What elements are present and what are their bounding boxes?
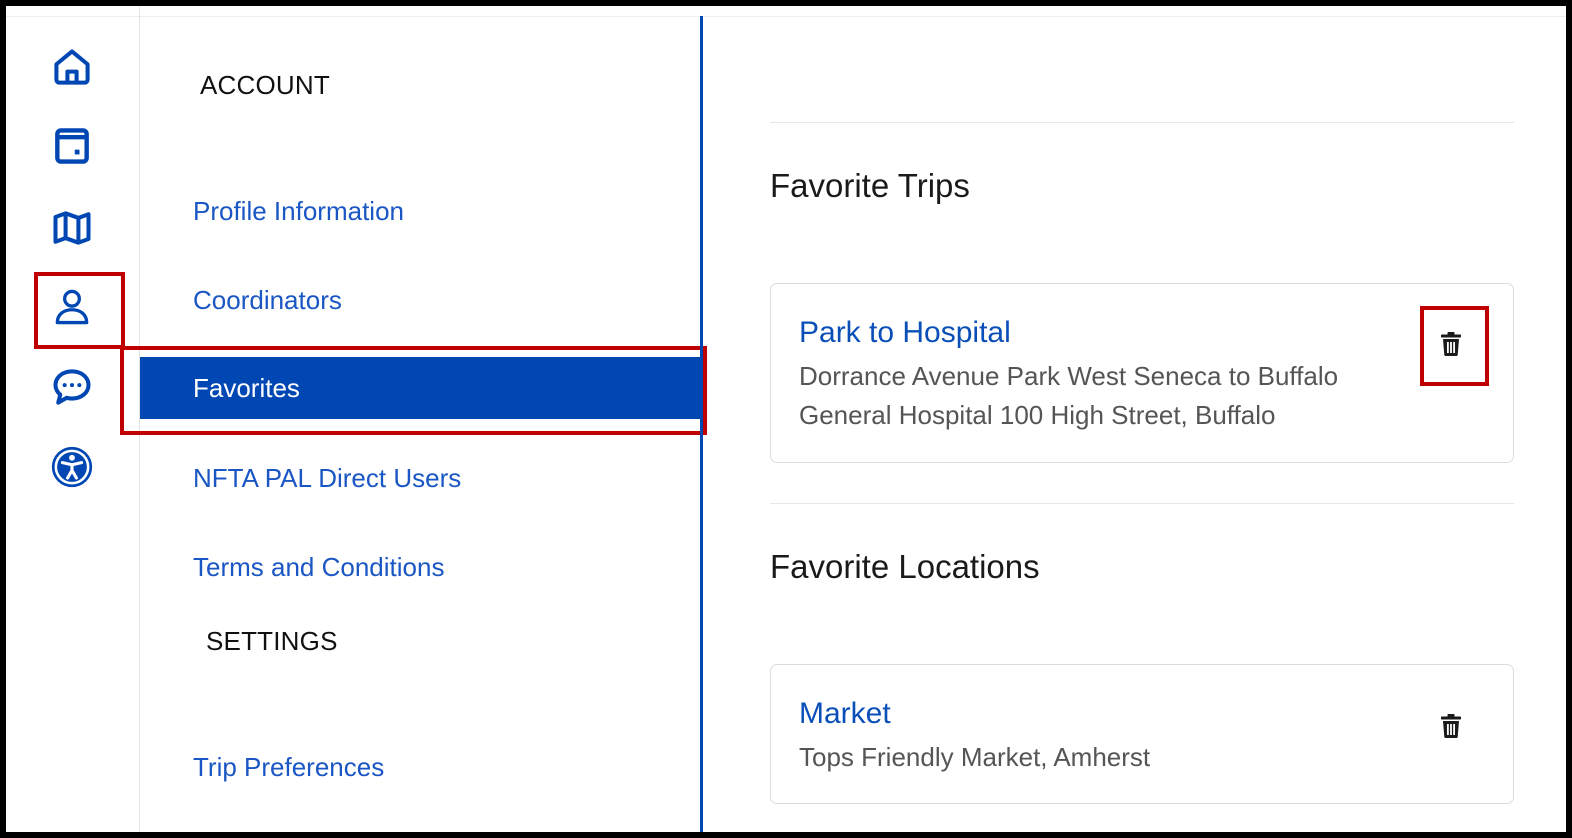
menu-divider [700,16,703,832]
trash-icon [1441,332,1461,357]
icon-rail [6,6,140,832]
app-frame: ACCOUNT Profile Information Coordinators… [0,0,1572,838]
trip-card: Park to Hospital Dorrance Avenue Park We… [770,283,1514,463]
section-divider [770,122,1514,123]
account-heading: ACCOUNT [200,70,330,100]
menu-item-favorites[interactable]: Favorites [140,357,700,419]
trip-description: Dorrance Avenue Park West Seneca to Buff… [799,361,1339,430]
location-title[interactable]: Market [799,697,891,731]
menu-item-coordinators[interactable]: Coordinators [193,285,342,316]
chat-icon[interactable] [46,361,98,413]
delete-location-button[interactable] [1429,704,1473,748]
map-icon[interactable] [46,202,98,254]
location-description: Tops Friendly Market, Amherst [799,742,1151,772]
favorite-locations-heading: Favorite Locations [770,548,1040,585]
section-divider-2 [770,503,1514,504]
menu-item-terms-and-conditions[interactable]: Terms and Conditions [193,552,444,583]
account-menu: ACCOUNT Profile Information Coordinators… [140,6,700,832]
menu-item-profile-information[interactable]: Profile Information [193,196,404,227]
location-card: Market Tops Friendly Market, Amherst [770,664,1514,804]
menu-item-trip-preferences[interactable]: Trip Preferences [193,752,384,783]
settings-heading: SETTINGS [206,626,338,656]
delete-trip-button[interactable] [1429,322,1473,366]
person-icon[interactable] [46,281,98,333]
menu-item-nfta-pal-direct-users[interactable]: NFTA PAL Direct Users [193,463,461,494]
home-icon[interactable] [46,41,98,93]
favorites-content: Favorite Trips Park to Hospital Dorrance… [770,6,1514,832]
trash-icon [1441,714,1461,739]
menu-item-favorites-label: Favorites [193,372,300,403]
favorite-trips-heading: Favorite Trips [770,167,970,204]
calendar-icon[interactable] [46,120,98,172]
trip-title[interactable]: Park to Hospital [799,316,1011,350]
accessibility-icon[interactable] [46,441,98,493]
